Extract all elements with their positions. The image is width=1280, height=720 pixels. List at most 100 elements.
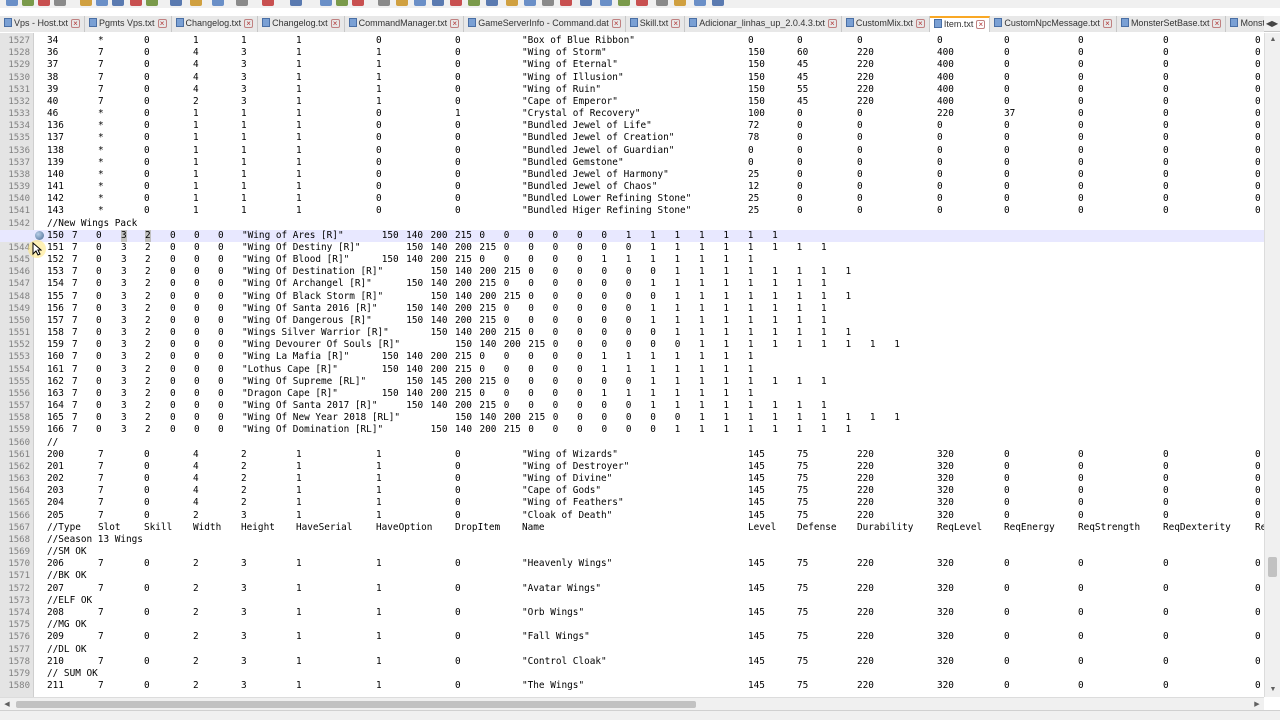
code-line[interactable]: 203 7 0 4 2 1 1 0 "Cape of Gods" 145 75 220 320 0 0 0 0 xyxy=(0,485,1264,497)
toolbar-button-icon[interactable] xyxy=(450,0,462,6)
code-line[interactable]: 160 7 0 3 2 0 0 0 "Wing La Mafia [R]" 150 140 200 21… xyxy=(0,351,1264,363)
toolbar-button-icon[interactable] xyxy=(190,0,202,6)
close-tab-icon[interactable]: × xyxy=(611,19,621,28)
toolbar-button-icon[interactable] xyxy=(378,0,390,6)
code-line[interactable]: 205 7 0 2 3 1 1 0 "Cloak of Death" 145 75 220 320 0 0 0… xyxy=(0,510,1264,522)
toolbar-button-icon[interactable] xyxy=(22,0,34,6)
code-line[interactable]: //New Wings Pack xyxy=(0,218,1264,230)
toolbar-button-icon[interactable] xyxy=(432,0,444,6)
code-line[interactable]: 163 7 0 3 2 0 0 0 "Dragon Cape [R]" 150 140 200 215 0… xyxy=(0,388,1264,400)
toolbar-button-icon[interactable] xyxy=(96,0,108,6)
code-line[interactable]: 39 7 0 4 3 1 1 0 "Wing of Ruin" 150 55 220 400 0 0 0 0 xyxy=(0,84,1264,96)
code-line[interactable]: 137 * 0 1 1 1 0 0 "Bundled Jewel of Creation" 78 0… xyxy=(0,132,1264,144)
toolbar-button-icon[interactable] xyxy=(320,0,332,6)
toolbar-button-icon[interactable] xyxy=(486,0,498,6)
toolbar-button-icon[interactable] xyxy=(236,0,248,6)
code-line[interactable]: 151 7 0 3 2 0 0 0 "Wing Of Destiny [R]" 150 140 200… xyxy=(0,242,1264,254)
toolbar-button-icon[interactable] xyxy=(262,0,274,6)
tab[interactable]: CustomNpcMessage.txt × xyxy=(990,16,1117,32)
code-line[interactable]: 159 7 0 3 2 0 0 0 "Wing Devourer Of Souls [R]" 15… xyxy=(0,339,1264,351)
code-line[interactable]: 153 7 0 3 2 0 0 0 "Wing Of Destination [R]" 150 14… xyxy=(0,266,1264,278)
code-line[interactable]: 165 7 0 3 2 0 0 0 "Wing Of New Year 2018 [RL]" 15… xyxy=(0,412,1264,424)
toolbar-button-icon[interactable] xyxy=(560,0,572,6)
code-line[interactable]: 166 7 0 3 2 0 0 0 "Wing Of Domination [RL]" 150 14… xyxy=(0,424,1264,436)
tab[interactable]: Changelog.txt × xyxy=(258,16,345,32)
close-tab-icon[interactable]: × xyxy=(1102,19,1112,28)
code-line[interactable]: 142 * 0 1 1 1 0 0 "Bundled Lower Refining Stone"… xyxy=(0,193,1264,205)
code-line[interactable]: 162 7 0 3 2 0 0 0 "Wing Of Supreme [RL]" 150 145 20… xyxy=(0,376,1264,388)
close-tab-icon[interactable]: × xyxy=(827,19,837,28)
tab[interactable]: Skill.txt × xyxy=(625,16,686,32)
toolbar-button-icon[interactable] xyxy=(618,0,630,6)
tab[interactable]: Pgmts Vps.txt × xyxy=(85,16,172,32)
scroll-down-arrow-icon[interactable]: ▼ xyxy=(1265,683,1280,697)
code-line[interactable]: 38 7 0 4 3 1 1 0 "Wing of Illusion" 150 45 220 400 0 0… xyxy=(0,72,1264,84)
tab-active[interactable]: Item.txt × xyxy=(929,16,991,32)
toolbar-button-icon[interactable] xyxy=(542,0,554,6)
toolbar-button-icon[interactable] xyxy=(396,0,408,6)
code-line[interactable]: 140 * 0 1 1 1 0 0 "Bundled Jewel of Harmony" 25 0 0… xyxy=(0,169,1264,181)
toolbar-button-icon[interactable] xyxy=(336,0,348,6)
tab[interactable]: Monster.txt× xyxy=(1226,16,1264,32)
code-line[interactable]: 136 * 0 1 1 1 0 0 "Bundled Jewel of Life" 72 0 0 0 0 0… xyxy=(0,120,1264,132)
code-line[interactable]: //Season 13 Wings xyxy=(0,534,1264,546)
toolbar-button-icon[interactable] xyxy=(524,0,536,6)
code-line[interactable]: 156 7 0 3 2 0 0 0 "Wing Of Santa 2016 [R]" 150 140… xyxy=(0,303,1264,315)
close-tab-icon[interactable]: × xyxy=(71,19,81,28)
close-tab-icon[interactable]: × xyxy=(244,19,254,28)
scroll-up-arrow-icon[interactable]: ▲ xyxy=(1265,33,1280,47)
code-line[interactable]: 46 * 0 1 1 1 0 1 "Crystal of Recovery" 100 0 0 220 37… xyxy=(0,108,1264,120)
toolbar-button-icon[interactable] xyxy=(414,0,426,6)
code-line[interactable]: //BK OK xyxy=(0,570,1264,582)
code-line[interactable]: 40 7 0 2 3 1 1 0 "Cape of Emperor" 150 45 220 400 0 0 0… xyxy=(0,96,1264,108)
toolbar-button-icon[interactable] xyxy=(130,0,142,6)
code-line[interactable]: 208 7 0 2 3 1 1 0 "Orb Wings" 145 75 220 320 0 0 0 0 xyxy=(0,607,1264,619)
close-tab-icon[interactable]: × xyxy=(1212,19,1222,28)
tab[interactable]: Adicionar_linhas_up_2.0.4.3.txt × xyxy=(685,16,842,32)
code-line[interactable]: //MG OK xyxy=(0,619,1264,631)
code-line[interactable]: 161 7 0 3 2 0 0 0 "Lothus Cape [R]" 150 140 200 215 0… xyxy=(0,364,1264,376)
code-line[interactable]: 210 7 0 2 3 1 1 0 "Control Cloak" 145 75 220 320 0 0 0 0 xyxy=(0,656,1264,668)
toolbar-button-icon[interactable] xyxy=(290,0,302,6)
tab[interactable]: MonsterSetBase.txt × xyxy=(1116,16,1227,32)
toolbar-button-icon[interactable] xyxy=(636,0,648,6)
close-tab-icon[interactable]: × xyxy=(450,19,460,28)
close-tab-icon[interactable]: × xyxy=(157,19,167,28)
tab[interactable]: Vps - Host.txt × xyxy=(0,16,86,32)
text-editor[interactable]: 1527 1528 1529 1530 1531 1532 1533 1534 1535 1536… xyxy=(0,33,1264,697)
code-line[interactable]: 207 7 0 2 3 1 1 0 "Avatar Wings" 145 75 220 320 0 0 0 0 xyxy=(0,583,1264,595)
code-line[interactable]: 37 7 0 4 3 1 1 0 "Wing of Eternal" 150 45 220 400 0 0 0… xyxy=(0,59,1264,71)
toolbar-button-icon[interactable] xyxy=(506,0,518,6)
code-line[interactable]: // SUM OK xyxy=(0,668,1264,680)
toolbar-button-icon[interactable] xyxy=(600,0,612,6)
code-line[interactable]: //DL OK xyxy=(0,644,1264,656)
close-tab-icon[interactable]: × xyxy=(915,19,925,28)
toolbar-button-icon[interactable] xyxy=(80,0,92,6)
code-line[interactable]: 152 7 0 3 2 0 0 0 "Wing Of Blood [R]" 150 140 200 21… xyxy=(0,254,1264,266)
toolbar-button-icon[interactable] xyxy=(656,0,668,6)
close-tab-icon[interactable]: × xyxy=(976,20,986,29)
toolbar-button-icon[interactable] xyxy=(146,0,158,6)
toolbar-button-icon[interactable] xyxy=(6,0,18,6)
code-line[interactable]: 201 7 0 4 2 1 1 0 "Wing of Destroyer" 145 75 220 320… xyxy=(0,461,1264,473)
toolbar-button-icon[interactable] xyxy=(712,0,724,6)
vertical-scroll-thumb[interactable] xyxy=(1268,557,1277,577)
bookmark-marker-icon[interactable] xyxy=(35,231,44,240)
code-line[interactable]: 138 * 0 1 1 1 0 0 "Bundled Jewel of Guardian" 0 0 0… xyxy=(0,145,1264,157)
vertical-scrollbar[interactable]: ▲ ▼ xyxy=(1264,33,1280,697)
toolbar-button-icon[interactable] xyxy=(352,0,364,6)
toolbar-button-icon[interactable] xyxy=(170,0,182,6)
horizontal-scrollbar[interactable]: ◀ ▶ xyxy=(0,697,1264,710)
code-line[interactable]: 36 7 0 4 3 1 1 0 "Wing of Storm" 150 60 220 400 0 0 0 0 xyxy=(0,47,1264,59)
tab[interactable]: GameServerInfo - Command.dat × xyxy=(464,16,626,32)
code-line[interactable]: 155 7 0 3 2 0 0 0 "Wing Of Black Storm [R]" 150 14… xyxy=(0,291,1264,303)
code-line[interactable]: 209 7 0 2 3 1 1 0 "Fall Wings" 145 75 220 320 0 0 0 0 xyxy=(0,631,1264,643)
code-line[interactable]: 204 7 0 4 2 1 1 0 "Wing of Feathers" 145 75 220 320 0… xyxy=(0,497,1264,509)
close-tab-icon[interactable]: × xyxy=(671,19,681,28)
horizontal-scroll-thumb[interactable] xyxy=(16,701,696,708)
code-line[interactable]: 211 7 0 2 3 1 1 0 "The Wings" 145 75 220 320 0 0 0 0 xyxy=(0,680,1264,692)
code-line[interactable]: 141 * 0 1 1 1 0 0 "Bundled Jewel of Chaos" 12 0 0 0 0… xyxy=(0,181,1264,193)
tab-scroll-arrows-icon[interactable]: ◀▶ xyxy=(1264,16,1280,32)
tab[interactable]: Changelog.txt × xyxy=(171,16,259,32)
code-line[interactable]: 202 7 0 4 2 1 1 0 "Wing of Divine" 145 75 220 320 0 0 0… xyxy=(0,473,1264,485)
